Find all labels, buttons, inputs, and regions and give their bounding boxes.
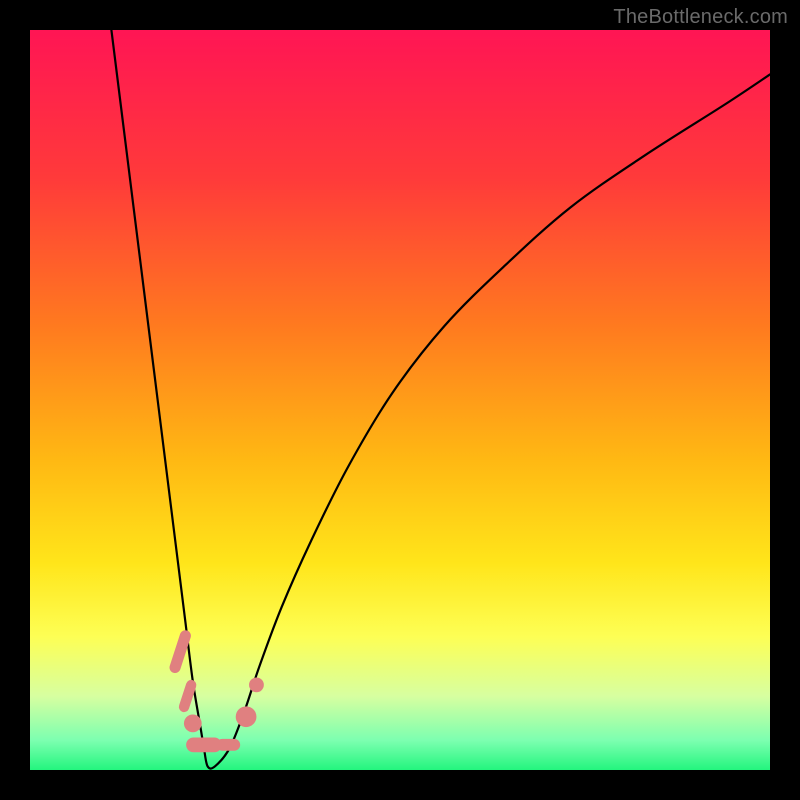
plot-area (30, 30, 770, 770)
chart-frame: TheBottleneck.com (0, 0, 800, 800)
markers-group (168, 629, 264, 752)
bottleneck-curve (30, 30, 770, 770)
marker-dot (236, 706, 257, 727)
watermark-text: TheBottleneck.com (613, 6, 788, 29)
marker-dot (184, 715, 202, 733)
marker-pill (216, 739, 240, 751)
marker-pill (186, 737, 222, 752)
curve-path (111, 30, 770, 769)
marker-dot (249, 678, 264, 693)
